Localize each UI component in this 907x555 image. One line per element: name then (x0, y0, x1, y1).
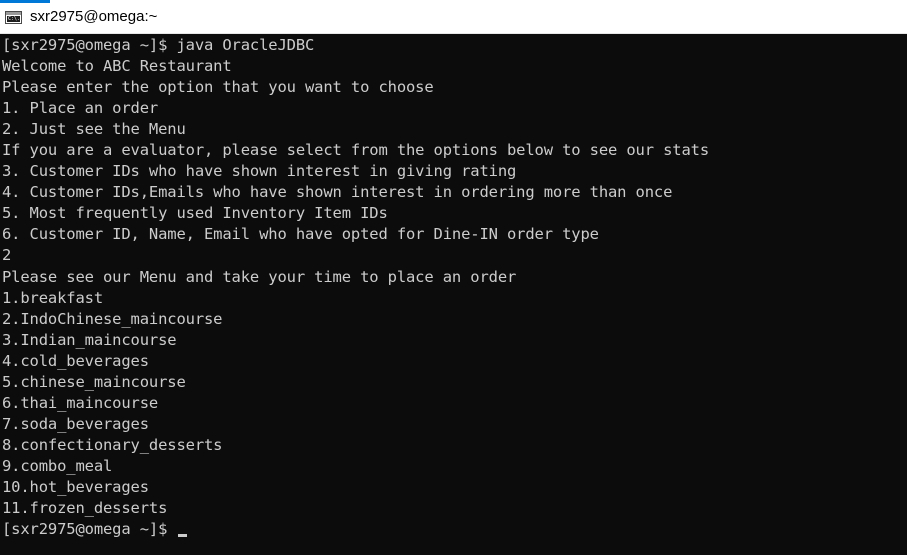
icon-screen: C:\. (7, 16, 20, 22)
terminal-line: 3.Indian_maincourse (2, 330, 177, 349)
terminal-line: 2 (2, 246, 12, 265)
terminal-line: 10.hot_beverages (2, 477, 149, 496)
text-cursor (178, 534, 188, 538)
terminal-line: Please see our Menu and take your time t… (2, 267, 517, 286)
title-bar[interactable]: C:\. sxr2975@omega:~ (0, 0, 907, 34)
terminal-line: 1. Place an order (2, 99, 159, 118)
terminal-line: 11.frozen_desserts (2, 499, 168, 518)
terminal-line: Please enter the option that you want to… (2, 78, 434, 97)
terminal-line: 1.breakfast (2, 288, 103, 307)
prompt-line[interactable]: [sxr2975@omega ~]$ (2, 519, 902, 540)
terminal-line: Welcome to ABC Restaurant (2, 57, 232, 76)
terminal-line: 5. Most frequently used Inventory Item I… (2, 204, 388, 223)
terminal-line: 9.combo_meal (2, 456, 113, 475)
terminal-line: 2. Just see the Menu (2, 120, 186, 139)
window-title: sxr2975@omega:~ (30, 8, 158, 25)
terminal-line: 6. Customer ID, Name, Email who have opt… (2, 225, 599, 244)
icon-titlebar-strip (6, 12, 21, 15)
terminal-line: [sxr2975@omega ~]$ java OracleJDBC (2, 36, 315, 54)
title-accent-bar (0, 0, 50, 3)
terminal-line: 3. Customer IDs who have shown interest … (2, 162, 517, 181)
terminal-line: If you are a evaluator, please select fr… (2, 141, 709, 160)
terminal-line: 2.IndoChinese_maincourse (2, 309, 223, 328)
terminal-line: 4.cold_beverages (2, 351, 149, 370)
terminal-line: 6.thai_maincourse (2, 393, 159, 412)
terminal-line: 7.soda_beverages (2, 414, 149, 433)
terminal-output[interactable]: [sxr2975@omega ~]$ java OracleJDBC Welco… (2, 35, 902, 555)
terminal-line: 8.confectionary_desserts (2, 435, 223, 454)
terminal-line: 5.chinese_maincourse (2, 372, 186, 391)
terminal-line: 4. Customer IDs,Emails who have shown in… (2, 183, 673, 202)
terminal-icon[interactable]: C:\. (5, 11, 22, 24)
terminal-window: C:\. sxr2975@omega:~ [sxr2975@omega ~]$ … (0, 0, 907, 555)
shell-prompt: [sxr2975@omega ~]$ (2, 520, 177, 539)
